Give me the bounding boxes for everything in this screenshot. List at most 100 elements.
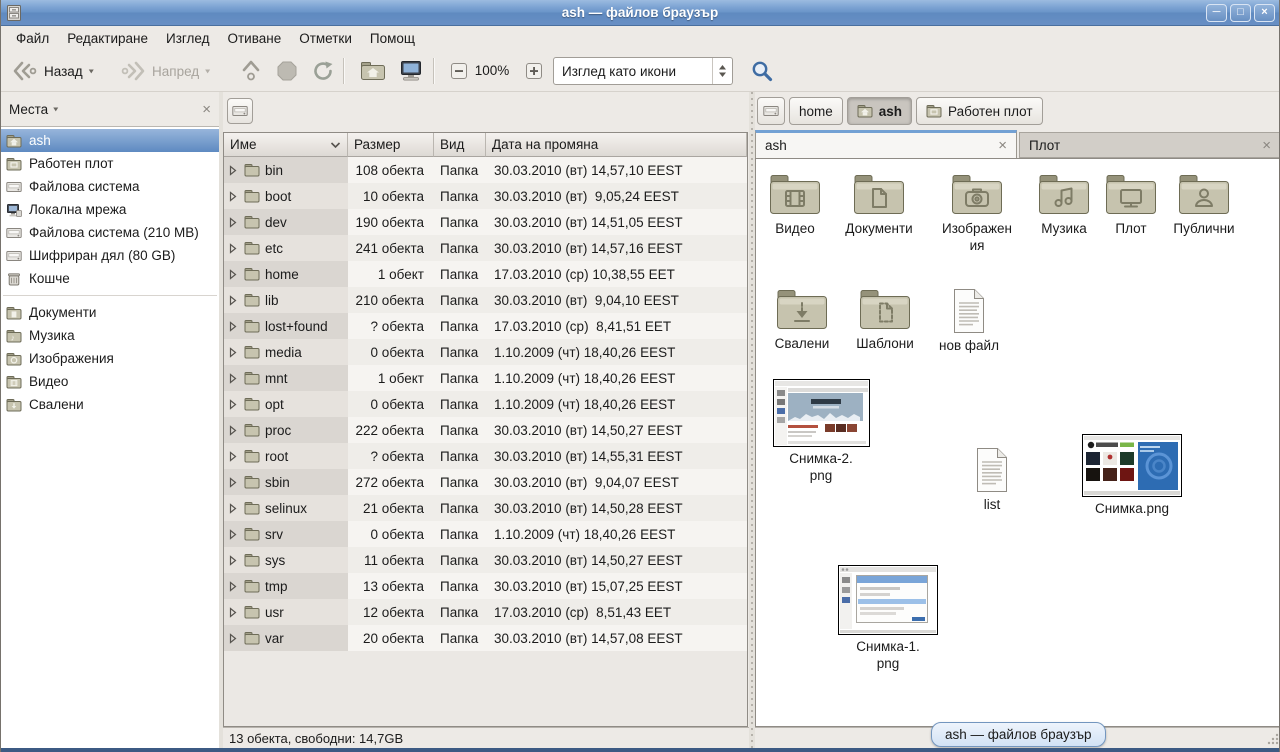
titlebar[interactable]: ash — файлов браузър ─□× (1, 0, 1279, 26)
file-icon-documents[interactable]: Документи (824, 173, 934, 237)
menu-item-0[interactable]: Файл (7, 28, 58, 49)
column-header-2[interactable]: Вид (434, 133, 486, 157)
table-row[interactable]: home1 обектПапка17.03.2010 (ср) 10,38,55… (224, 261, 747, 287)
table-row[interactable]: proc222 обектаПапка30.03.2010 (вт) 14,50… (224, 417, 747, 443)
table-row[interactable]: bin108 обектаПапка30.03.2010 (вт) 14,57,… (224, 157, 747, 183)
tab-plot[interactable]: Плот× (1019, 132, 1280, 158)
table-row[interactable]: lib210 обектаПапка30.03.2010 (вт) 9,04,1… (224, 287, 747, 313)
close-button[interactable]: × (1254, 4, 1275, 22)
table-row[interactable]: dev190 обектаПапка30.03.2010 (вт) 14,51,… (224, 209, 747, 235)
tab-close-icon[interactable]: × (1262, 138, 1271, 153)
table-row[interactable]: media0 обектаПапка1.10.2009 (чт) 18,40,2… (224, 339, 747, 365)
sidebar-item-ash[interactable]: ash (1, 129, 219, 152)
file-icon-new-file[interactable]: нов файл (914, 288, 1024, 354)
expander-icon[interactable] (228, 191, 239, 202)
column-header-3[interactable]: Дата на промяна (486, 133, 747, 157)
icon-view[interactable]: ВидеоДокументиИзображенияМузикаПлотПубли… (755, 158, 1280, 727)
file-icon-public[interactable]: Публични (1149, 173, 1259, 237)
places-header[interactable]: Места ▾ × (1, 92, 219, 126)
menu-item-4[interactable]: Отметки (290, 28, 361, 49)
expander-icon[interactable] (228, 477, 239, 488)
back-button[interactable]: Назад ▾ (5, 55, 101, 87)
root-path-button[interactable] (227, 98, 253, 124)
home-button[interactable] (353, 55, 393, 87)
file-icon-list[interactable]: list (937, 447, 1047, 513)
sidebar-item-documents[interactable]: Документи (1, 301, 219, 324)
table-row[interactable]: sys11 обектаПапка30.03.2010 (вт) 14,50,2… (224, 547, 747, 573)
breadcrumb-ash[interactable]: ash (847, 97, 912, 125)
table-row[interactable]: lost+found? обектаПапка17.03.2010 (ср) 8… (224, 313, 747, 339)
menu-item-5[interactable]: Помощ (361, 28, 424, 49)
expander-icon[interactable] (228, 529, 239, 540)
sidebar-close-icon[interactable]: × (202, 101, 211, 118)
breadcrumb-root[interactable] (757, 97, 785, 125)
breadcrumb-desktop[interactable]: Работен плот (916, 97, 1043, 125)
sidebar-item-encrypted-80[interactable]: Шифриран дял (80 GB) (1, 244, 219, 267)
tab-close-icon[interactable]: × (998, 138, 1007, 153)
sidebar-item-music[interactable]: ♪Музика (1, 324, 219, 347)
expander-icon[interactable] (228, 399, 239, 410)
table-row[interactable]: selinux21 обектаПапка30.03.2010 (вт) 14,… (224, 495, 747, 521)
expander-icon[interactable] (228, 633, 239, 644)
table-row[interactable]: srv0 обектаПапка1.10.2009 (чт) 18,40,26 … (224, 521, 747, 547)
view-mode-select[interactable]: Изглед като икони (553, 57, 733, 85)
back-dropdown-icon[interactable]: ▾ (89, 67, 94, 76)
up-button[interactable] (233, 55, 269, 87)
expander-icon[interactable] (228, 165, 239, 176)
forward-dropdown-icon[interactable]: ▾ (205, 67, 210, 76)
table-row[interactable]: mnt1 обектПапка1.10.2009 (чт) 18,40,26 E… (224, 365, 747, 391)
menu-item-2[interactable]: Изглед (157, 28, 219, 49)
sidebar-item-downloads[interactable]: Свалени (1, 393, 219, 416)
sidebar-item-trash[interactable]: Кошче (1, 267, 219, 290)
sidebar-item-local-network[interactable]: Локална мрежа (1, 198, 219, 221)
file-icon-snimka[interactable]: Снимка.png (1077, 434, 1187, 517)
expander-icon[interactable] (228, 295, 239, 306)
breadcrumb-home[interactable]: home (789, 97, 843, 125)
expander-icon[interactable] (228, 243, 239, 254)
zoom-in-button[interactable] (517, 55, 551, 87)
file-icon-snimka-1[interactable]: Снимка-1.png (833, 565, 943, 672)
sidebar-item-video[interactable]: Видео (1, 370, 219, 393)
table-row[interactable]: var20 обектаПапка30.03.2010 (вт) 14,57,0… (224, 625, 747, 651)
table-row[interactable]: root? обектаПапка30.03.2010 (вт) 14,55,3… (224, 443, 747, 469)
column-header-1[interactable]: Размер (348, 133, 434, 157)
sidebar-item-pictures[interactable]: Изображения (1, 347, 219, 370)
maximize-button[interactable]: □ (1230, 4, 1251, 22)
expander-icon[interactable] (228, 347, 239, 358)
expander-icon[interactable] (228, 451, 239, 462)
expander-icon[interactable] (228, 581, 239, 592)
sidebar-item-desktop[interactable]: Работен плот (1, 152, 219, 175)
expander-icon[interactable] (228, 269, 239, 280)
sidebar-item-filesystem[interactable]: Файлова система (1, 175, 219, 198)
table-row[interactable]: usr12 обектаПапка17.03.2010 (ср) 8,51,43… (224, 599, 747, 625)
table-row[interactable]: etc241 обектаПапка30.03.2010 (вт) 14,57,… (224, 235, 747, 261)
sidebar-item-filesystem-210[interactable]: Файлова система (210 MB) (1, 221, 219, 244)
table-row[interactable]: sbin272 обектаПапка30.03.2010 (вт) 9,04,… (224, 469, 747, 495)
expander-icon[interactable] (228, 607, 239, 618)
menu-item-1[interactable]: Редактиране (58, 28, 157, 49)
search-button[interactable] (743, 55, 781, 87)
table-row[interactable]: opt0 обектаПапка1.10.2009 (чт) 18,40,26 … (224, 391, 747, 417)
thumb-guadec-icon (766, 379, 876, 447)
expander-icon[interactable] (228, 321, 239, 332)
tab-ash[interactable]: ash× (755, 130, 1017, 158)
menu-item-3[interactable]: Отиване (218, 28, 290, 49)
combo-spinner-icon[interactable] (712, 58, 732, 84)
column-header-0[interactable]: Име (224, 133, 348, 157)
forward-button[interactable]: Напред ▾ (113, 55, 217, 87)
reload-button[interactable] (305, 55, 341, 87)
stop-button[interactable] (269, 55, 305, 87)
expander-icon[interactable] (228, 555, 239, 566)
expander-icon[interactable] (228, 373, 239, 384)
minimize-button[interactable]: ─ (1206, 4, 1227, 22)
file-icon-snimka-2[interactable]: Снимка-2.png (766, 379, 876, 484)
expander-icon[interactable] (228, 425, 239, 436)
table-row[interactable]: boot10 обектаПапка30.03.2010 (вт) 9,05,2… (224, 183, 747, 209)
expander-icon[interactable] (228, 217, 239, 228)
drive-icon (232, 103, 248, 119)
expander-icon[interactable] (228, 503, 239, 514)
music-folder-icon: ♪ (6, 328, 22, 344)
table-row[interactable]: tmp13 обектаПапка30.03.2010 (вт) 15,07,2… (224, 573, 747, 599)
resize-grip[interactable] (1266, 732, 1280, 746)
computer-button[interactable] (391, 55, 431, 87)
